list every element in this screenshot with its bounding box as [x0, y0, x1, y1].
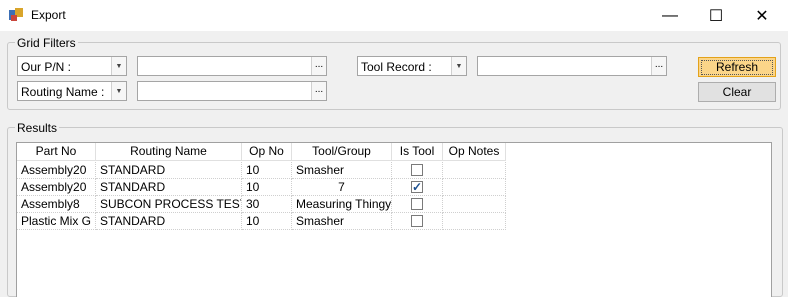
cell-op-notes[interactable] — [443, 196, 506, 213]
column-header-part-no[interactable]: Part No — [17, 143, 96, 161]
cell-op-no[interactable]: 10 — [242, 179, 292, 196]
cell-part-no[interactable]: Assembly20 — [17, 162, 96, 179]
is-tool-checkbox[interactable] — [411, 164, 423, 176]
close-button[interactable]: ✕ — [739, 0, 785, 31]
cell-op-notes[interactable] — [443, 179, 506, 196]
filter-value-3-input[interactable]: ... — [477, 56, 667, 76]
cell-part-no[interactable]: Assembly8 — [17, 196, 96, 213]
cell-tool-group[interactable]: Measuring Thingy — [292, 196, 392, 213]
cell-op-notes[interactable] — [443, 213, 506, 230]
clear-button[interactable]: Clear — [698, 82, 776, 102]
chevron-down-icon[interactable]: ▼ — [111, 82, 126, 100]
minimize-button[interactable]: — — [647, 0, 693, 31]
cell-routing-name[interactable]: SUBCON PROCESS TEST — [96, 196, 242, 213]
cell-is-tool[interactable] — [392, 162, 443, 179]
ellipsis-button[interactable]: ... — [311, 57, 326, 75]
is-tool-checkbox[interactable] — [411, 215, 423, 227]
cell-is-tool[interactable] — [392, 196, 443, 213]
chevron-down-icon[interactable]: ▼ — [451, 57, 466, 75]
filter-field-2-select[interactable]: Routing Name : ▼ — [17, 81, 127, 101]
cell-is-tool[interactable] — [392, 213, 443, 230]
maximize-button[interactable]: ☐ — [693, 0, 739, 31]
cell-op-notes[interactable] — [443, 162, 506, 179]
app-icon — [9, 8, 23, 21]
cell-part-no[interactable]: Assembly20 — [17, 179, 96, 196]
column-header-tool-group[interactable]: Tool/Group — [292, 143, 392, 161]
cell-op-no[interactable]: 10 — [242, 213, 292, 230]
filter-value-2-input[interactable]: ... — [137, 81, 327, 101]
filter-field-1-selected: Our P/N : — [21, 60, 72, 74]
cell-routing-name[interactable]: STANDARD — [96, 179, 242, 196]
cell-tool-group[interactable]: Smasher — [292, 213, 392, 230]
grid-filters-label: Grid Filters — [15, 36, 78, 50]
cell-tool-group[interactable]: 7 — [292, 179, 392, 196]
filter-value-1-input[interactable]: ... — [137, 56, 327, 76]
filter-field-3-select[interactable]: Tool Record : ▼ — [357, 56, 467, 76]
results-grid[interactable]: Part No Routing Name Op No Tool/Group Is… — [16, 142, 772, 297]
cell-tool-group[interactable]: Smasher — [292, 162, 392, 179]
cell-routing-name[interactable]: STANDARD — [96, 213, 242, 230]
refresh-button-label: Refresh — [700, 59, 774, 75]
filter-field-3-selected: Tool Record : — [361, 60, 432, 74]
window-title: Export — [31, 8, 66, 22]
filter-field-2-selected: Routing Name : — [21, 85, 105, 99]
column-header-is-tool[interactable]: Is Tool — [392, 143, 443, 161]
cell-is-tool[interactable] — [392, 179, 443, 196]
column-header-op-no[interactable]: Op No — [242, 143, 292, 161]
ellipsis-button[interactable]: ... — [651, 57, 666, 75]
filter-field-1-select[interactable]: Our P/N : ▼ — [17, 56, 127, 76]
clear-button-label: Clear — [722, 85, 752, 99]
refresh-button[interactable]: Refresh — [698, 57, 776, 77]
cell-part-no[interactable]: Plastic Mix G — [17, 213, 96, 230]
column-header-op-notes[interactable]: Op Notes — [443, 143, 506, 161]
cell-op-no[interactable]: 30 — [242, 196, 292, 213]
chevron-down-icon[interactable]: ▼ — [111, 57, 126, 75]
cell-routing-name[interactable]: STANDARD — [96, 162, 242, 179]
cell-op-no[interactable]: 10 — [242, 162, 292, 179]
is-tool-checkbox[interactable] — [411, 198, 423, 210]
column-header-routing-name[interactable]: Routing Name — [96, 143, 242, 161]
ellipsis-button[interactable]: ... — [311, 82, 326, 100]
is-tool-checkbox[interactable] — [411, 179, 423, 195]
results-label: Results — [15, 121, 60, 135]
